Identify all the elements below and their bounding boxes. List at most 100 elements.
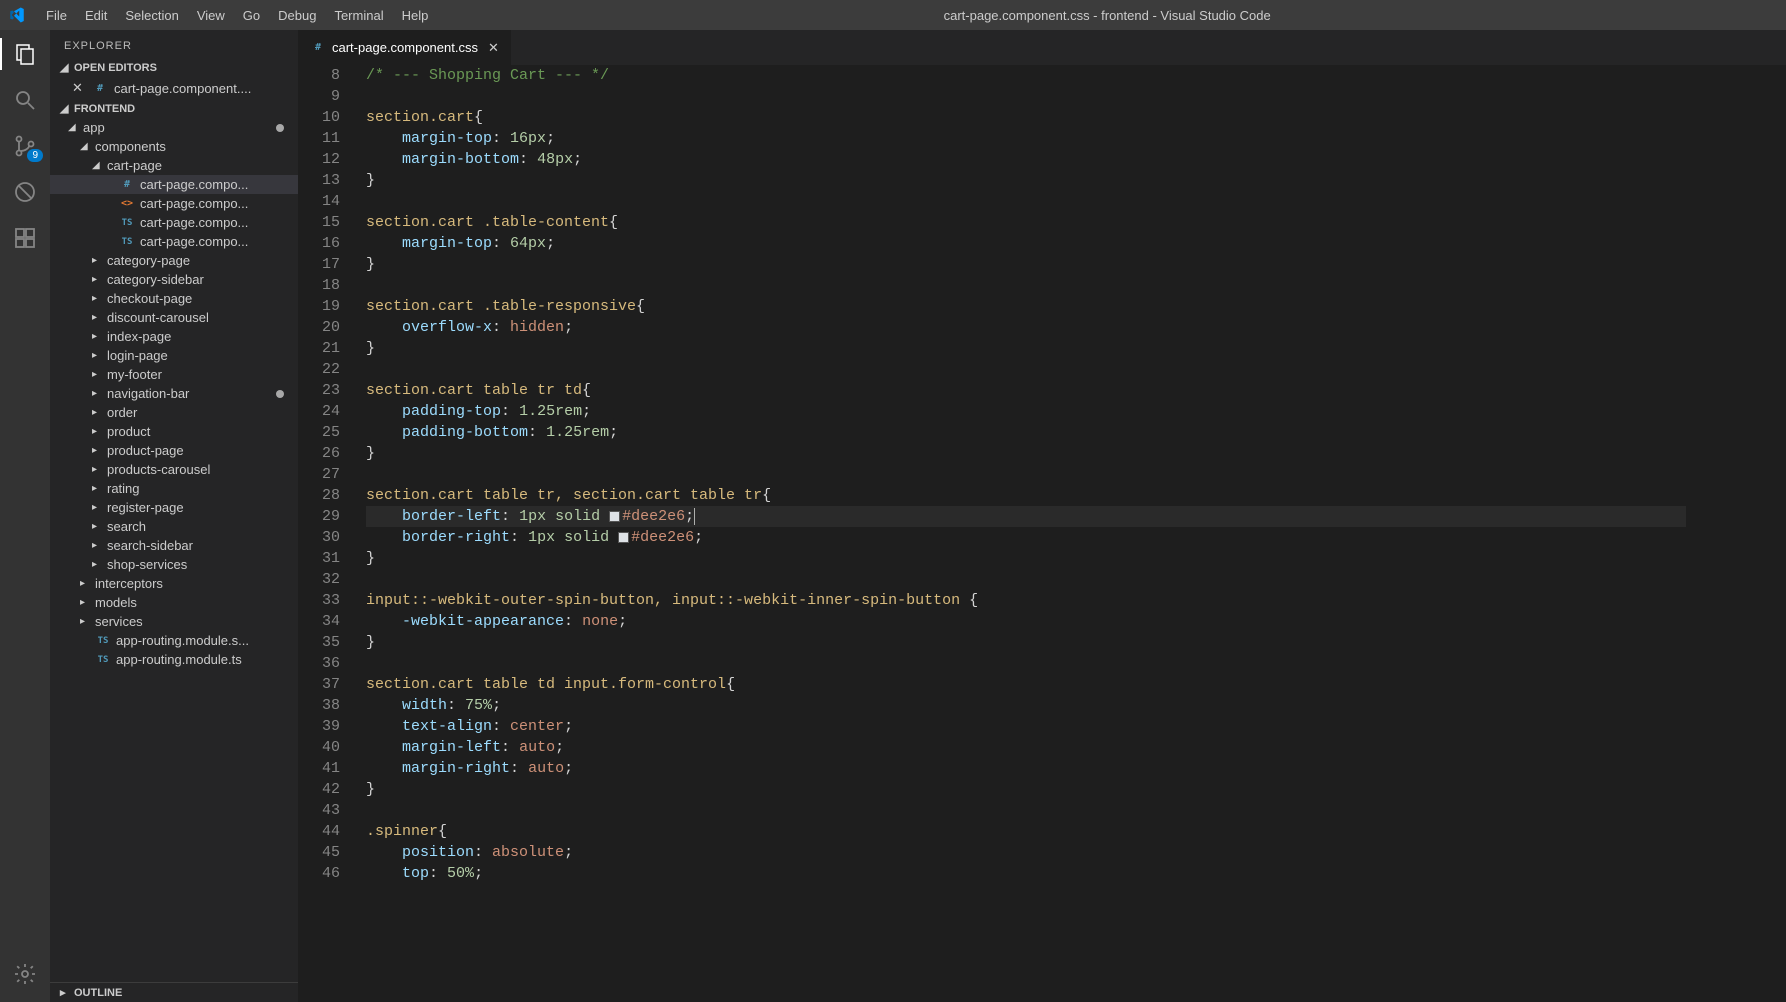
chevron-right-icon: ▸ <box>92 312 102 323</box>
folder-item[interactable]: ▸discount-carousel <box>50 308 298 327</box>
open-editor-item[interactable]: ✕ cart-page.component.... <box>50 77 298 99</box>
titlebar: FileEditSelectionViewGoDebugTerminalHelp… <box>0 0 1786 30</box>
menu-debug[interactable]: Debug <box>270 4 324 27</box>
menu-terminal[interactable]: Terminal <box>326 4 391 27</box>
line-gutter: 8910111213141516171819202122232425262728… <box>298 65 358 1002</box>
file-item[interactable]: cart-page.compo... <box>50 175 298 194</box>
chevron-right-icon: ▸ <box>60 986 70 999</box>
project-header[interactable]: ◢ FRONTEND <box>50 99 298 118</box>
menu-help[interactable]: Help <box>394 4 437 27</box>
folder-item[interactable]: ▸search-sidebar <box>50 536 298 555</box>
file-tree: ◢app◢components◢cart-pagecart-page.compo… <box>50 118 298 982</box>
chevron-down-icon: ◢ <box>60 102 70 115</box>
chevron-right-icon: ▸ <box>92 426 102 437</box>
chevron-right-icon: ▸ <box>92 521 102 532</box>
css-file-icon <box>310 42 326 53</box>
chevron-right-icon: ▸ <box>80 616 90 627</box>
settings-gear-icon[interactable] <box>11 960 39 988</box>
folder-item[interactable]: ▸interceptors <box>50 574 298 593</box>
folder-item[interactable]: ▸product <box>50 422 298 441</box>
ts-file-icon <box>95 636 111 646</box>
chevron-right-icon: ▸ <box>92 350 102 361</box>
css-file-icon <box>92 83 108 94</box>
folder-item[interactable]: ▸products-carousel <box>50 460 298 479</box>
chevron-right-icon: ▸ <box>92 464 102 475</box>
search-icon[interactable] <box>11 86 39 114</box>
folder-item[interactable]: ▸index-page <box>50 327 298 346</box>
chevron-right-icon: ▸ <box>92 293 102 304</box>
activity-bar: 9 <box>0 30 50 1002</box>
vscode-logo-icon <box>8 5 28 25</box>
editor-tabs: cart-page.component.css ✕ <box>298 30 1786 65</box>
html-file-icon <box>119 198 135 209</box>
chevron-right-icon: ▸ <box>92 331 102 342</box>
folder-item[interactable]: ▸my-footer <box>50 365 298 384</box>
outline-header[interactable]: ▸ OUTLINE <box>50 982 298 1002</box>
window-title: cart-page.component.css - frontend - Vis… <box>436 8 1778 23</box>
folder-item[interactable]: ▸category-page <box>50 251 298 270</box>
code-area[interactable]: 8910111213141516171819202122232425262728… <box>298 65 1786 1002</box>
folder-item[interactable]: ▸navigation-bar <box>50 384 298 403</box>
folder-item[interactable]: ▸product-page <box>50 441 298 460</box>
sidebar: EXPLORER ◢ OPEN EDITORS ✕ cart-page.comp… <box>50 30 298 1002</box>
css-file-icon <box>119 179 135 190</box>
close-icon[interactable]: ✕ <box>488 40 499 56</box>
file-item[interactable]: cart-page.compo... <box>50 213 298 232</box>
chevron-right-icon: ▸ <box>92 502 102 513</box>
menu-file[interactable]: File <box>38 4 75 27</box>
ts-file-icon <box>119 218 135 228</box>
extensions-icon[interactable] <box>11 224 39 252</box>
source-control-icon[interactable]: 9 <box>11 132 39 160</box>
modified-dot-icon <box>276 390 284 398</box>
explorer-icon[interactable] <box>11 40 39 68</box>
menu-bar: FileEditSelectionViewGoDebugTerminalHelp <box>38 4 436 27</box>
file-item[interactable]: cart-page.compo... <box>50 232 298 251</box>
chevron-right-icon: ▸ <box>92 255 102 266</box>
editor: cart-page.component.css ✕ 89101112131415… <box>298 30 1786 1002</box>
close-icon[interactable]: ✕ <box>72 80 86 96</box>
folder-item[interactable]: ◢cart-page <box>50 156 298 175</box>
chevron-right-icon: ▸ <box>92 483 102 494</box>
folder-item[interactable]: ▸rating <box>50 479 298 498</box>
sidebar-title: EXPLORER <box>50 30 298 58</box>
chevron-right-icon: ▸ <box>92 388 102 399</box>
chevron-down-icon: ◢ <box>80 141 90 152</box>
chevron-right-icon: ▸ <box>92 445 102 456</box>
ts-file-icon <box>95 655 111 665</box>
file-item[interactable]: app-routing.module.s... <box>50 631 298 650</box>
menu-edit[interactable]: Edit <box>77 4 115 27</box>
chevron-down-icon: ◢ <box>92 160 102 171</box>
debug-icon[interactable] <box>11 178 39 206</box>
minimap[interactable] <box>1686 65 1786 1002</box>
chevron-right-icon: ▸ <box>80 578 90 589</box>
menu-view[interactable]: View <box>189 4 233 27</box>
file-item[interactable]: app-routing.module.ts <box>50 650 298 669</box>
chevron-down-icon: ◢ <box>68 122 78 133</box>
modified-dot-icon <box>276 124 284 132</box>
folder-item[interactable]: ▸order <box>50 403 298 422</box>
scm-badge: 9 <box>27 149 43 162</box>
folder-item[interactable]: ◢app <box>50 118 298 137</box>
folder-item[interactable]: ◢components <box>50 137 298 156</box>
chevron-right-icon: ▸ <box>92 369 102 380</box>
folder-item[interactable]: ▸checkout-page <box>50 289 298 308</box>
chevron-right-icon: ▸ <box>92 407 102 418</box>
editor-tab[interactable]: cart-page.component.css ✕ <box>298 30 512 65</box>
folder-item[interactable]: ▸category-sidebar <box>50 270 298 289</box>
chevron-right-icon: ▸ <box>80 597 90 608</box>
file-item[interactable]: cart-page.compo... <box>50 194 298 213</box>
menu-selection[interactable]: Selection <box>117 4 186 27</box>
folder-item[interactable]: ▸services <box>50 612 298 631</box>
chevron-right-icon: ▸ <box>92 274 102 285</box>
menu-go[interactable]: Go <box>235 4 268 27</box>
folder-item[interactable]: ▸models <box>50 593 298 612</box>
folder-item[interactable]: ▸login-page <box>50 346 298 365</box>
folder-item[interactable]: ▸search <box>50 517 298 536</box>
chevron-right-icon: ▸ <box>92 540 102 551</box>
code-content[interactable]: /* --- Shopping Cart --- */section.cart{… <box>358 65 1686 1002</box>
folder-item[interactable]: ▸shop-services <box>50 555 298 574</box>
ts-file-icon <box>119 237 135 247</box>
folder-item[interactable]: ▸register-page <box>50 498 298 517</box>
open-editors-header[interactable]: ◢ OPEN EDITORS <box>50 58 298 77</box>
chevron-down-icon: ◢ <box>60 61 70 74</box>
